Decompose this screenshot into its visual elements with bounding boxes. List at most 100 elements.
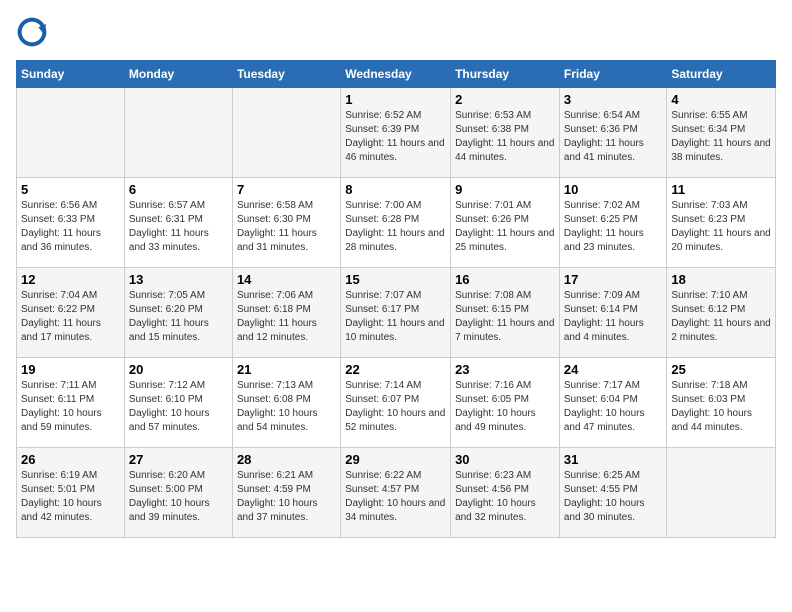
day-number: 31 [564,452,663,467]
day-info: Sunrise: 7:04 AMSunset: 6:22 PMDaylight:… [21,289,120,345]
day-number: 17 [564,272,663,287]
day-info: Sunrise: 6:19 AMSunset: 5:01 PMDaylight:… [21,469,120,525]
day-cell: 3 Sunrise: 6:54 AMSunset: 6:36 PMDaylight… [559,88,667,178]
day-cell: 15 Sunrise: 7:07 AMSunset: 6:17 PMDayligh… [341,268,451,358]
day-info: Sunrise: 6:52 AMSunset: 6:39 PMDaylight:… [345,109,446,165]
day-info: Sunrise: 7:02 AMSunset: 6:25 PMDaylight:… [564,199,663,255]
day-number: 4 [671,92,771,107]
weekday-header-row: SundayMondayTuesdayWednesdayThursdayFrid… [17,61,776,88]
day-number: 26 [21,452,120,467]
day-cell: 30 Sunrise: 6:23 AMSunset: 4:56 PMDayligh… [451,448,560,538]
day-cell: 20 Sunrise: 7:12 AMSunset: 6:10 PMDayligh… [124,358,232,448]
day-info: Sunrise: 6:21 AMSunset: 4:59 PMDaylight:… [237,469,336,525]
day-number: 13 [129,272,228,287]
weekday-tuesday: Tuesday [232,61,340,88]
day-info: Sunrise: 7:06 AMSunset: 6:18 PMDaylight:… [237,289,336,345]
day-cell: 25 Sunrise: 7:18 AMSunset: 6:03 PMDayligh… [667,358,776,448]
day-cell: 31 Sunrise: 6:25 AMSunset: 4:55 PMDayligh… [559,448,667,538]
day-cell: 14 Sunrise: 7:06 AMSunset: 6:18 PMDayligh… [232,268,340,358]
day-info: Sunrise: 7:07 AMSunset: 6:17 PMDaylight:… [345,289,446,345]
weekday-sunday: Sunday [17,61,125,88]
day-number: 22 [345,362,446,377]
day-number: 16 [455,272,555,287]
day-cell: 17 Sunrise: 7:09 AMSunset: 6:14 PMDayligh… [559,268,667,358]
calendar-header: SundayMondayTuesdayWednesdayThursdayFrid… [17,61,776,88]
header [16,16,776,48]
day-info: Sunrise: 6:56 AMSunset: 6:33 PMDaylight:… [21,199,120,255]
day-number: 24 [564,362,663,377]
day-info: Sunrise: 6:20 AMSunset: 5:00 PMDaylight:… [129,469,228,525]
day-number: 3 [564,92,663,107]
weekday-monday: Monday [124,61,232,88]
day-info: Sunrise: 7:18 AMSunset: 6:03 PMDaylight:… [671,379,771,435]
day-cell: 18Sunrise: 7:10 AMSunset: 6:12 PMDayligh… [667,268,776,358]
day-cell: 8 Sunrise: 7:00 AMSunset: 6:28 PMDaylight… [341,178,451,268]
day-info: Sunrise: 7:14 AMSunset: 6:07 PMDaylight:… [345,379,446,435]
day-info: Sunrise: 7:08 AMSunset: 6:15 PMDaylight:… [455,289,555,345]
day-cell: 21 Sunrise: 7:13 AMSunset: 6:08 PMDayligh… [232,358,340,448]
day-cell [232,88,340,178]
day-cell: 13Sunrise: 7:05 AMSunset: 6:20 PMDayligh… [124,268,232,358]
week-row-3: 12 Sunrise: 7:04 AMSunset: 6:22 PMDayligh… [17,268,776,358]
day-info: Sunrise: 7:12 AMSunset: 6:10 PMDaylight:… [129,379,228,435]
day-cell: 27 Sunrise: 6:20 AMSunset: 5:00 PMDayligh… [124,448,232,538]
day-number: 8 [345,182,446,197]
logo [16,16,52,48]
week-row-2: 5 Sunrise: 6:56 AMSunset: 6:33 PMDaylight… [17,178,776,268]
day-number: 21 [237,362,336,377]
day-number: 28 [237,452,336,467]
day-number: 11 [671,182,771,197]
day-number: 12 [21,272,120,287]
day-number: 25 [671,362,771,377]
day-info: Sunrise: 6:25 AMSunset: 4:55 PMDaylight:… [564,469,663,525]
day-number: 23 [455,362,555,377]
day-info: Sunrise: 7:16 AMSunset: 6:05 PMDaylight:… [455,379,555,435]
day-number: 15 [345,272,446,287]
day-cell [124,88,232,178]
calendar-body: 1Sunrise: 6:52 AMSunset: 6:39 PMDaylight… [17,88,776,538]
day-info: Sunrise: 7:09 AMSunset: 6:14 PMDaylight:… [564,289,663,345]
day-number: 30 [455,452,555,467]
day-cell: 26 Sunrise: 6:19 AMSunset: 5:01 PMDayligh… [17,448,125,538]
week-row-4: 19Sunrise: 7:11 AMSunset: 6:11 PMDayligh… [17,358,776,448]
day-number: 9 [455,182,555,197]
logo-icon [16,16,48,48]
day-info: Sunrise: 7:00 AMSunset: 6:28 PMDaylight:… [345,199,446,255]
day-number: 5 [21,182,120,197]
day-cell: 19Sunrise: 7:11 AMSunset: 6:11 PMDayligh… [17,358,125,448]
day-cell: 28 Sunrise: 6:21 AMSunset: 4:59 PMDayligh… [232,448,340,538]
day-info: Sunrise: 6:22 AMSunset: 4:57 PMDaylight:… [345,469,446,525]
day-cell: 7 Sunrise: 6:58 AMSunset: 6:30 PMDaylight… [232,178,340,268]
day-info: Sunrise: 6:58 AMSunset: 6:30 PMDaylight:… [237,199,336,255]
day-info: Sunrise: 7:13 AMSunset: 6:08 PMDaylight:… [237,379,336,435]
day-cell [667,448,776,538]
day-cell: 24 Sunrise: 7:17 AMSunset: 6:04 PMDayligh… [559,358,667,448]
calendar-table: SundayMondayTuesdayWednesdayThursdayFrid… [16,60,776,538]
day-info: Sunrise: 6:23 AMSunset: 4:56 PMDaylight:… [455,469,555,525]
day-number: 6 [129,182,228,197]
day-number: 18 [671,272,771,287]
day-info: Sunrise: 7:01 AMSunset: 6:26 PMDaylight:… [455,199,555,255]
weekday-saturday: Saturday [667,61,776,88]
day-cell: 12 Sunrise: 7:04 AMSunset: 6:22 PMDayligh… [17,268,125,358]
day-cell: 6 Sunrise: 6:57 AMSunset: 6:31 PMDaylight… [124,178,232,268]
day-info: Sunrise: 7:17 AMSunset: 6:04 PMDaylight:… [564,379,663,435]
day-info: Sunrise: 6:57 AMSunset: 6:31 PMDaylight:… [129,199,228,255]
day-info: Sunrise: 6:54 AMSunset: 6:36 PMDaylight:… [564,109,663,165]
week-row-5: 26 Sunrise: 6:19 AMSunset: 5:01 PMDayligh… [17,448,776,538]
day-number: 2 [455,92,555,107]
day-cell [17,88,125,178]
day-number: 7 [237,182,336,197]
day-number: 29 [345,452,446,467]
day-cell: 29 Sunrise: 6:22 AMSunset: 4:57 PMDayligh… [341,448,451,538]
day-cell: 4Sunrise: 6:55 AMSunset: 6:34 PMDaylight… [667,88,776,178]
day-cell: 2Sunrise: 6:53 AMSunset: 6:38 PMDaylight… [451,88,560,178]
day-cell: 11 Sunrise: 7:03 AMSunset: 6:23 PMDayligh… [667,178,776,268]
day-cell: 1Sunrise: 6:52 AMSunset: 6:39 PMDaylight… [341,88,451,178]
week-row-1: 1Sunrise: 6:52 AMSunset: 6:39 PMDaylight… [17,88,776,178]
day-info: Sunrise: 7:03 AMSunset: 6:23 PMDaylight:… [671,199,771,255]
day-number: 20 [129,362,228,377]
weekday-wednesday: Wednesday [341,61,451,88]
day-number: 27 [129,452,228,467]
day-number: 14 [237,272,336,287]
